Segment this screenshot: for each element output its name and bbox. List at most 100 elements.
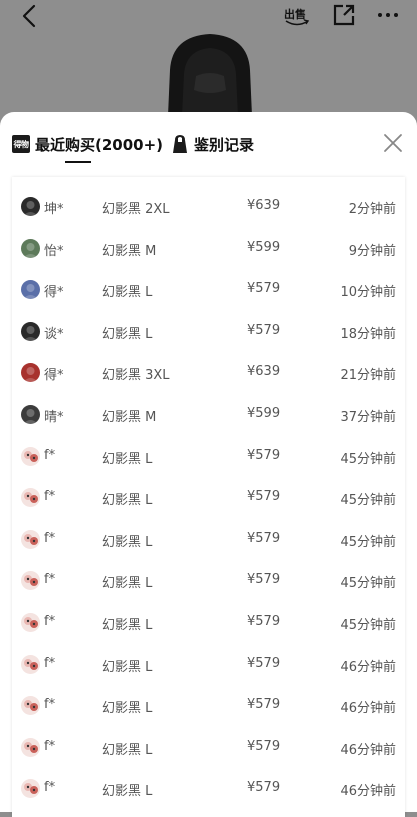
poizon-logo-icon: 得物 [12, 135, 30, 153]
sell-arrow-icon [285, 19, 310, 26]
buyer-name: f* [44, 489, 56, 505]
tab-authentication-records[interactable]: 鉴别记录 [172, 132, 254, 156]
top-bar: 出售 [0, 0, 417, 32]
buyer-name: f* [44, 655, 56, 671]
time-label: 45分钟前 [340, 618, 396, 633]
price-label: ¥639 [247, 198, 281, 213]
buyer-name: f* [44, 614, 56, 629]
time-label: 45分钟前 [340, 576, 396, 592]
purchase-row[interactable]: f* 幻影黑 L ¥579 46分钟前 [12, 769, 405, 810]
avatar [21, 779, 40, 799]
buyer-name: f* [44, 697, 56, 713]
price-label: ¥579 [247, 281, 281, 297]
avatar [21, 280, 40, 300]
tab-bar: 得物 最近购买(2000+) 鉴别记录 [0, 112, 417, 170]
purchase-list[interactable]: 坤* 幻影黑 2XL ¥639 2分钟前 怡* 幻影黑 M ¥599 9分钟前 得* 幻影黑 L ¥… [12, 177, 405, 817]
avatar [21, 654, 40, 674]
buyer-name: 坤* [44, 202, 64, 217]
purchase-row[interactable]: 谈* 幻影黑 L ¥579 18分钟前 [12, 312, 405, 353]
price-label: ¥639 [247, 364, 281, 380]
time-label: 18分钟前 [340, 326, 396, 342]
spec-label: 幻影黑 3XL [102, 368, 170, 384]
spec-label: 幻影黑 L [102, 618, 153, 633]
price-label: ¥579 [247, 738, 281, 754]
more-button[interactable] [376, 3, 400, 27]
buyer-name: f* [44, 738, 56, 754]
purchase-row[interactable]: 得* 幻影黑 L ¥579 10分钟前 [12, 270, 405, 311]
avatar [21, 321, 40, 341]
time-label: 37分钟前 [340, 410, 396, 425]
purchase-row[interactable]: f* 幻影黑 L ¥579 45分钟前 [12, 561, 405, 602]
price-label: ¥599 [247, 406, 281, 421]
price-label: ¥579 [247, 489, 281, 505]
purchase-row[interactable]: f* 幻影黑 L ¥579 46分钟前 [12, 686, 405, 727]
more-dots-icon [378, 13, 398, 17]
close-button[interactable] [382, 132, 404, 154]
tab-authentication-records-label: 鉴别记录 [194, 135, 255, 154]
buyer-name: 谈* [44, 326, 64, 342]
purchase-row[interactable]: 坤* 幻影黑 2XL ¥639 2分钟前 [12, 187, 405, 228]
recent-purchases-sheet: 得物 最近购买(2000+) 鉴别记录 坤* 幻影黑 2XL ¥639 2分钟前 怡* 幻… [0, 112, 417, 817]
spec-label: 幻影黑 L [102, 701, 153, 717]
time-label: 21分钟前 [340, 368, 396, 384]
purchase-row[interactable]: 怡* 幻影黑 M ¥599 9分钟前 [12, 229, 405, 270]
spec-label: 幻影黑 L [102, 784, 153, 800]
time-label: 46分钟前 [340, 701, 396, 717]
purchase-row[interactable]: f* 幻影黑 L ¥579 46分钟前 [12, 728, 405, 769]
buyer-name: 怡* [44, 243, 64, 259]
price-label: ¥579 [247, 614, 281, 629]
time-label: 45分钟前 [340, 451, 396, 467]
product-image [160, 30, 260, 116]
time-label: 45分钟前 [340, 493, 396, 509]
buyer-name: 得* [44, 368, 64, 384]
tab-recent-purchases[interactable]: 得物 最近购买(2000+) [12, 132, 163, 156]
spec-label: 幻影黑 L [102, 659, 153, 675]
spec-label: 幻影黑 M [102, 243, 157, 259]
active-tab-indicator [65, 161, 91, 163]
avatar [21, 405, 40, 424]
avatar [21, 363, 40, 383]
buyer-name: 得* [44, 285, 64, 301]
avatar [21, 197, 40, 216]
share-icon [333, 4, 355, 26]
time-label: 46分钟前 [340, 659, 396, 675]
purchase-row[interactable]: f* 幻影黑 L ¥579 45分钟前 [12, 520, 405, 561]
spec-label: 幻影黑 M [102, 410, 157, 425]
sell-button[interactable]: 出售 [284, 4, 312, 28]
spec-label: 幻影黑 L [102, 451, 153, 467]
back-button[interactable] [16, 3, 44, 29]
spec-label: 幻影黑 L [102, 534, 153, 550]
time-label: 2分钟前 [348, 202, 396, 217]
avatar [21, 737, 40, 757]
buyer-name: f* [44, 447, 56, 463]
time-label: 9分钟前 [348, 243, 396, 259]
time-label: 46分钟前 [340, 784, 396, 800]
spec-label: 幻影黑 L [102, 742, 153, 758]
tab-recent-purchases-label: 最近购买(2000+) [35, 135, 164, 154]
time-label: 46分钟前 [340, 742, 396, 758]
buyer-name: f* [44, 572, 56, 588]
buyer-name: f* [44, 530, 56, 546]
hoodie-icon [173, 135, 187, 153]
price-label: ¥579 [247, 655, 281, 671]
price-label: ¥579 [247, 572, 281, 588]
share-button[interactable] [332, 3, 356, 27]
avatar [21, 613, 40, 632]
close-icon [384, 134, 402, 152]
avatar [21, 529, 40, 549]
price-label: ¥579 [247, 530, 281, 546]
purchase-row[interactable]: f* 幻影黑 L ¥579 45分钟前 [12, 478, 405, 519]
purchase-row[interactable]: 晴* 幻影黑 M ¥599 37分钟前 [12, 395, 405, 436]
avatar [21, 446, 40, 466]
avatar [21, 571, 40, 591]
spec-label: 幻影黑 L [102, 326, 153, 342]
avatar [21, 696, 40, 716]
purchase-row[interactable]: 得* 幻影黑 3XL ¥639 21分钟前 [12, 353, 405, 394]
price-label: ¥579 [247, 447, 281, 463]
buyer-name: 晴* [44, 410, 64, 425]
purchase-row[interactable]: f* 幻影黑 L ¥579 45分钟前 [12, 437, 405, 478]
purchase-row[interactable]: f* 幻影黑 L ¥579 46分钟前 [12, 645, 405, 686]
avatar [21, 238, 40, 258]
purchase-row[interactable]: f* 幻影黑 L ¥579 45分钟前 [12, 603, 405, 644]
price-label: ¥579 [247, 780, 281, 796]
